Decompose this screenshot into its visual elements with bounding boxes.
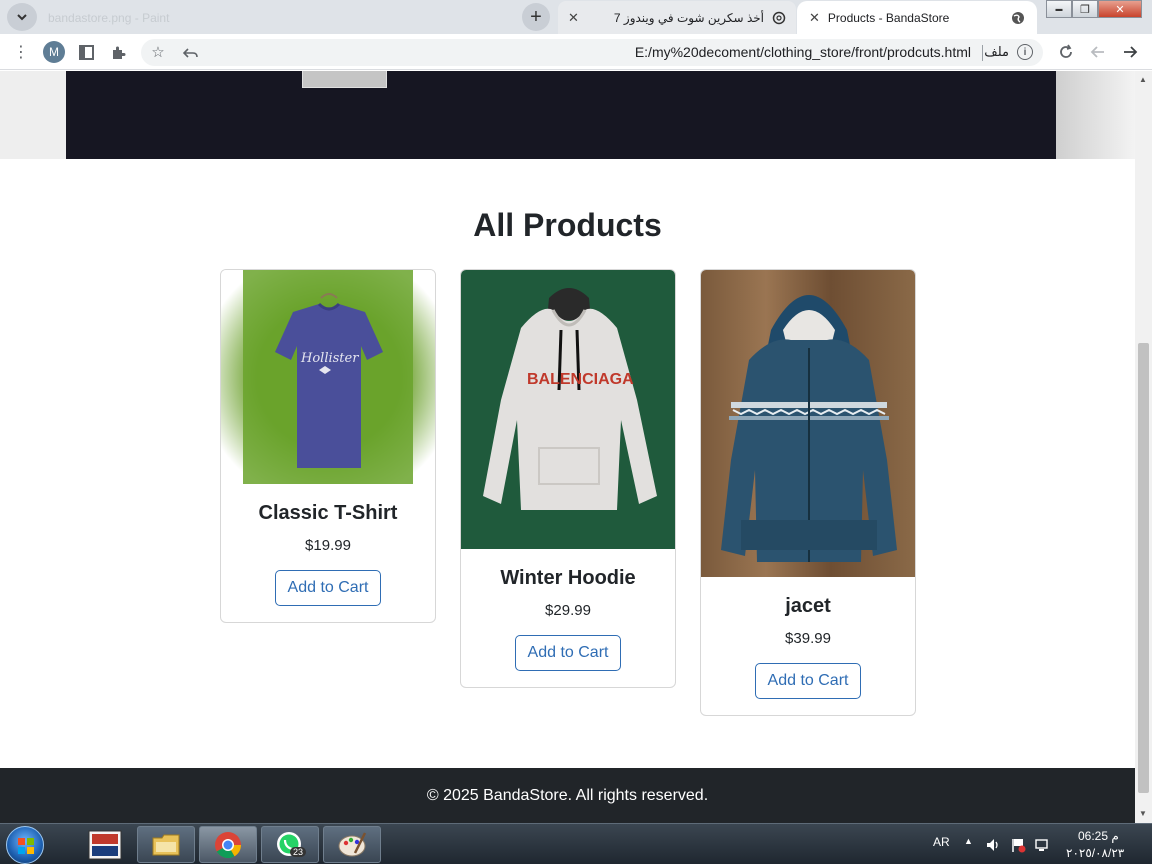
paint-palette-icon <box>338 831 367 856</box>
back-button[interactable] <box>1087 41 1109 63</box>
hero-banner <box>66 71 1056 159</box>
hoodie-print-text: BALENCIAGA <box>527 371 634 388</box>
windows-logo-icon <box>18 838 34 854</box>
taskbar-app-chrome[interactable] <box>199 826 257 863</box>
taskbar-app-whatsapp[interactable]: 23 <box>261 826 319 863</box>
tab-title: أخذ سكرين شوت في ويندوز 7 <box>613 10 764 25</box>
chevron-down-icon <box>17 14 27 21</box>
product-card: Hollister Classic T-Shirt $19.99 Add to … <box>220 269 436 623</box>
share-icon <box>182 47 198 58</box>
tab-screenshot-article[interactable]: ✕ أخذ سكرين شوت في ويندوز 7 <box>558 1 796 34</box>
side-panel-icon <box>78 44 94 60</box>
clock-date[interactable]: ٢٠٢٥/٠٨/٢٣ <box>1066 846 1124 860</box>
taskbar-app-paint[interactable] <box>323 826 381 863</box>
close-window-button[interactable]: ✕ <box>1098 0 1142 18</box>
restore-icon: ❐ <box>1080 3 1090 16</box>
product-image <box>701 270 915 577</box>
product-body: jacet $39.99 Add to Cart <box>701 595 915 715</box>
product-image: Hollister <box>221 270 435 484</box>
folder-icon <box>152 834 180 855</box>
windows-taskbar: 23 AR ▲ 06:25 م ٢٠٢٥/٠٨/٢٣ <box>0 823 1152 864</box>
action-center-flag-icon[interactable] <box>1010 837 1026 853</box>
network-icon[interactable] <box>1034 837 1050 853</box>
share-button[interactable] <box>179 41 201 63</box>
tab-search-button[interactable] <box>7 3 37 31</box>
language-indicator[interactable]: AR <box>933 835 950 849</box>
shirt-print-text: Hollister <box>300 351 359 366</box>
hero-edge <box>1056 71 1135 159</box>
close-icon: ✕ <box>1115 3 1125 16</box>
product-image: BALENCIAGA <box>461 270 675 549</box>
add-to-cart-button[interactable]: Add to Cart <box>514 635 622 671</box>
menu-button[interactable]: ⋮ <box>10 41 32 63</box>
plus-icon: + <box>530 5 542 28</box>
close-icon[interactable]: ✕ <box>809 10 820 26</box>
kebab-menu-icon: ⋮ <box>13 44 29 61</box>
volume-icon[interactable] <box>985 837 1001 853</box>
ghost-tab-title: bandastore.png - Paint <box>48 10 170 25</box>
restore-button[interactable]: ❐ <box>1072 0 1098 18</box>
minimize-button[interactable]: ▬ <box>1046 0 1072 18</box>
product-card: jacet $39.99 Add to Cart <box>700 269 916 716</box>
scroll-down-icon[interactable]: ▼ <box>1139 809 1147 818</box>
new-tab-button[interactable]: + <box>522 3 550 31</box>
product-body: Winter Hoodie $29.99 Add to Cart <box>461 567 675 687</box>
url-text[interactable]: E:/my%20decoment/clothing_store/front/pr… <box>635 44 971 60</box>
profile-avatar[interactable]: M <box>43 41 65 63</box>
product-body: Classic T-Shirt $19.99 Add to Cart <box>221 502 435 622</box>
reload-icon <box>1060 44 1072 58</box>
star-icon: ☆ <box>151 44 165 61</box>
product-price: $29.99 <box>545 602 591 619</box>
tab-products[interactable]: ✕ Products - BandaStore <box>797 1 1037 34</box>
ghost-tab: bandastore.png - Paint <box>48 1 518 34</box>
window-controls: ▬ ❐ ✕ <box>1046 0 1142 18</box>
product-price: $19.99 <box>305 537 351 554</box>
product-price: $39.99 <box>785 630 831 647</box>
chatgpt-icon <box>772 11 786 24</box>
footer-copyright: © 2025 BandaStore. All rights reserved. <box>426 787 709 804</box>
start-button[interactable] <box>6 826 44 864</box>
clock-time[interactable]: 06:25 م <box>1078 829 1119 843</box>
minimize-icon: ▬ <box>1055 5 1063 13</box>
bookmark-button[interactable]: ☆ <box>147 41 169 63</box>
add-to-cart-button[interactable]: Add to Cart <box>274 570 382 606</box>
globe-icon <box>1012 11 1024 24</box>
puzzle-icon <box>112 46 125 59</box>
pes-game-icon <box>88 830 122 859</box>
product-name: Classic T-Shirt <box>258 502 398 524</box>
vertical-scrollbar[interactable]: ▲ ▼ <box>1135 71 1152 823</box>
page-viewport: All Products Hollister Classic T-Shirt $… <box>0 71 1135 823</box>
scroll-up-icon[interactable]: ▲ <box>1139 75 1147 84</box>
product-name: Winter Hoodie <box>500 567 636 589</box>
arrow-left-icon <box>1090 46 1104 58</box>
side-panel-button[interactable] <box>75 41 97 63</box>
site-info-icon[interactable]: i <box>1017 44 1033 60</box>
url-separator <box>982 45 983 61</box>
scroll-thumb[interactable] <box>1138 343 1149 793</box>
avatar-initial: M <box>49 45 59 59</box>
add-to-cart-button[interactable]: Add to Cart <box>754 663 862 699</box>
show-hidden-icons[interactable]: ▲ <box>964 836 973 846</box>
arrow-right-icon <box>1124 46 1138 58</box>
product-name: jacet <box>785 595 831 617</box>
notification-badge: 23 <box>290 847 307 857</box>
page-footer: © 2025 BandaStore. All rights reserved. <box>0 768 1135 823</box>
taskbar-app-explorer[interactable] <box>137 826 195 863</box>
tab-title: Products - BandaStore <box>827 10 950 25</box>
product-card: BALENCIAGA Winter Hoodie $29.99 Add to C… <box>460 269 676 688</box>
section-title: All Products <box>473 207 662 243</box>
extensions-button[interactable] <box>107 41 129 63</box>
hero-button[interactable] <box>302 71 387 88</box>
tab-strip: bandastore.png - Paint + ✕ أخذ سكرين شوت… <box>0 0 1152 34</box>
hero-section <box>0 71 1135 159</box>
chrome-icon <box>215 831 242 858</box>
reload-button[interactable] <box>1055 41 1077 63</box>
taskbar-app-pes[interactable] <box>76 826 134 863</box>
forward-button[interactable] <box>1119 41 1141 63</box>
close-icon[interactable]: ✕ <box>568 10 579 26</box>
address-bar[interactable]: ☆ E:/my%20decoment/clothing_store/front/… <box>141 39 1043 66</box>
file-scheme-label: ملف <box>984 44 1009 59</box>
